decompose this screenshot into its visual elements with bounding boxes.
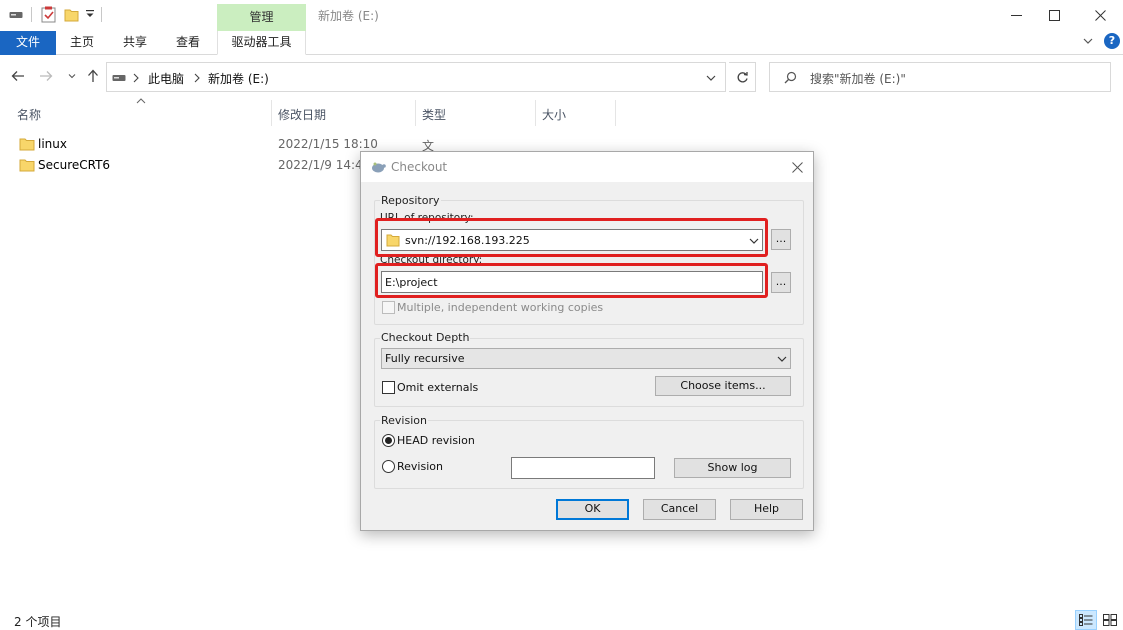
breadcrumb-this-pc[interactable]: 此电脑 (148, 70, 184, 87)
customize-toolbar-icon[interactable] (84, 8, 96, 20)
close-window-button[interactable] (1077, 0, 1123, 30)
maximize-icon (1048, 9, 1060, 21)
omit-externals-checkbox[interactable] (382, 381, 395, 394)
address-bar[interactable]: 此电脑 新加卷 (E:) (106, 62, 726, 92)
column-divider[interactable] (535, 100, 536, 126)
tab-share[interactable]: 共享 (113, 31, 157, 55)
head-revision-label: HEAD revision (397, 434, 475, 447)
ok-button[interactable]: OK (556, 499, 629, 520)
checkout-dialog: Checkout Repository URL of repository: s… (360, 151, 814, 531)
url-highlight-box (375, 218, 768, 257)
ribbon-tabs: 文件 主页 共享 查看 驱动器工具 ? (0, 31, 1123, 55)
column-divider[interactable] (415, 100, 416, 126)
chevron-right-icon[interactable] (193, 73, 201, 83)
toolbar-separator (101, 7, 102, 22)
checkout-depth-value: Fully recursive (385, 352, 465, 365)
file-name: SecureCRT6 (38, 158, 111, 172)
column-header-name[interactable]: 名称 (17, 106, 41, 123)
refresh-icon (737, 71, 748, 82)
expand-ribbon-icon[interactable] (1082, 35, 1094, 47)
search-icon (784, 71, 797, 84)
file-name: linux (38, 137, 67, 151)
file-date: 2022/1/9 14:49 (278, 158, 371, 172)
dialog-title: Checkout (391, 160, 448, 174)
help-button[interactable]: Help (730, 499, 803, 520)
column-divider[interactable] (615, 100, 616, 126)
multiple-copies-label: Multiple, independent working copies (397, 301, 604, 314)
tortoise-icon (372, 162, 386, 173)
close-icon (1094, 9, 1106, 21)
navigation-bar: 此电脑 新加卷 (E:) 搜索"新加卷 (E:)" (0, 62, 1123, 92)
revision-radio[interactable] (382, 460, 395, 473)
sort-ascending-icon (136, 98, 146, 104)
revision-input[interactable] (511, 457, 655, 479)
refresh-button[interactable] (729, 62, 756, 92)
maximize-button[interactable] (1031, 0, 1077, 30)
window-title: 新加卷 (E:) (318, 9, 379, 23)
omit-externals-label: Omit externals (397, 381, 479, 394)
url-browse-button[interactable]: ... (771, 229, 791, 250)
up-button[interactable] (85, 68, 101, 84)
large-icons-view-button[interactable] (1099, 610, 1121, 630)
show-log-button[interactable]: Show log (674, 458, 791, 478)
repository-group-title: Repository (380, 194, 441, 207)
tab-home[interactable]: 主页 (60, 31, 104, 55)
cancel-button[interactable]: Cancel (643, 499, 716, 520)
dialog-titlebar[interactable]: Checkout (361, 152, 813, 182)
details-view-icon (1079, 614, 1093, 626)
status-item-count: 2 个项目 (14, 615, 62, 629)
folder-icon (19, 138, 35, 151)
close-icon (791, 161, 803, 173)
properties-icon[interactable] (41, 6, 56, 23)
minimize-icon (1010, 14, 1022, 16)
drive-icon[interactable] (9, 10, 23, 19)
file-row[interactable]: linux 2022/1/15 18:10 文件夹 (16, 135, 434, 187)
large-icons-view-icon (1103, 614, 1117, 626)
revision-label: Revision (397, 460, 443, 473)
forward-button[interactable] (38, 68, 54, 84)
tab-view[interactable]: 查看 (166, 31, 210, 55)
help-icon[interactable]: ? (1104, 33, 1120, 49)
column-header-size[interactable]: 大小 (542, 106, 566, 123)
chevron-down-icon[interactable] (703, 71, 719, 85)
revision-group-title: Revision (380, 414, 428, 427)
choose-items-button[interactable]: Choose items... (655, 376, 791, 396)
checkout-dir-highlight-box (375, 263, 768, 298)
chevron-right-icon[interactable] (132, 73, 140, 83)
chevron-down-icon (68, 74, 76, 79)
multiple-copies-checkbox[interactable] (382, 301, 395, 314)
folder-icon (19, 159, 35, 172)
column-header-type[interactable]: 类型 (422, 106, 446, 123)
dir-browse-button[interactable]: ... (771, 272, 791, 293)
column-header-date[interactable]: 修改日期 (278, 106, 326, 123)
column-divider[interactable] (271, 100, 272, 126)
new-folder-icon[interactable] (64, 7, 79, 22)
ribbon-controls: ? (1082, 33, 1123, 49)
search-placeholder: 搜索"新加卷 (E:)" (810, 72, 906, 86)
back-arrow-icon (11, 71, 24, 81)
checkout-depth-select[interactable]: Fully recursive (381, 348, 791, 369)
checkout-depth-group-title: Checkout Depth (380, 331, 471, 344)
tab-drive-tools[interactable]: 驱动器工具 (217, 31, 306, 55)
toolbar-separator (31, 7, 32, 22)
search-input[interactable]: 搜索"新加卷 (E:)" (769, 62, 1111, 92)
back-button[interactable] (10, 68, 26, 84)
tab-file[interactable]: 文件 (0, 31, 56, 55)
dialog-close-button[interactable] (789, 159, 805, 175)
breadcrumb-volume[interactable]: 新加卷 (E:) (208, 70, 269, 87)
up-arrow-icon (88, 69, 98, 82)
details-view-button[interactable] (1075, 610, 1097, 630)
file-row[interactable]: SecureCRT6 2022/1/9 14:49 (16, 156, 376, 176)
chevron-down-icon (777, 356, 787, 362)
window-titlebar: 管理 新加卷 (E:) (0, 0, 1123, 32)
manage-context-tab[interactable]: 管理 (217, 4, 306, 32)
file-date: 2022/1/15 18:10 (278, 137, 378, 151)
recent-locations-button[interactable] (64, 68, 80, 84)
drive-icon (112, 75, 126, 81)
head-revision-radio[interactable] (382, 434, 395, 447)
forward-arrow-icon (40, 71, 53, 81)
